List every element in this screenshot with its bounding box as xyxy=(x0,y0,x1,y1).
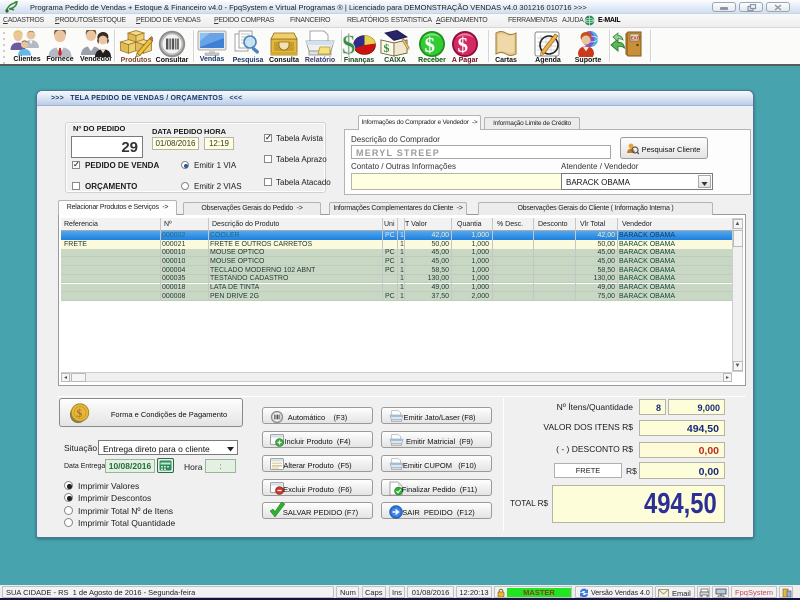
svg-text:$: $ xyxy=(384,41,390,55)
svg-text:$: $ xyxy=(76,406,82,420)
svg-text:$: $ xyxy=(425,33,436,57)
svg-text:$: $ xyxy=(342,30,356,58)
svg-text:EXIT: EXIT xyxy=(631,36,641,41)
svg-text:$: $ xyxy=(458,33,469,57)
